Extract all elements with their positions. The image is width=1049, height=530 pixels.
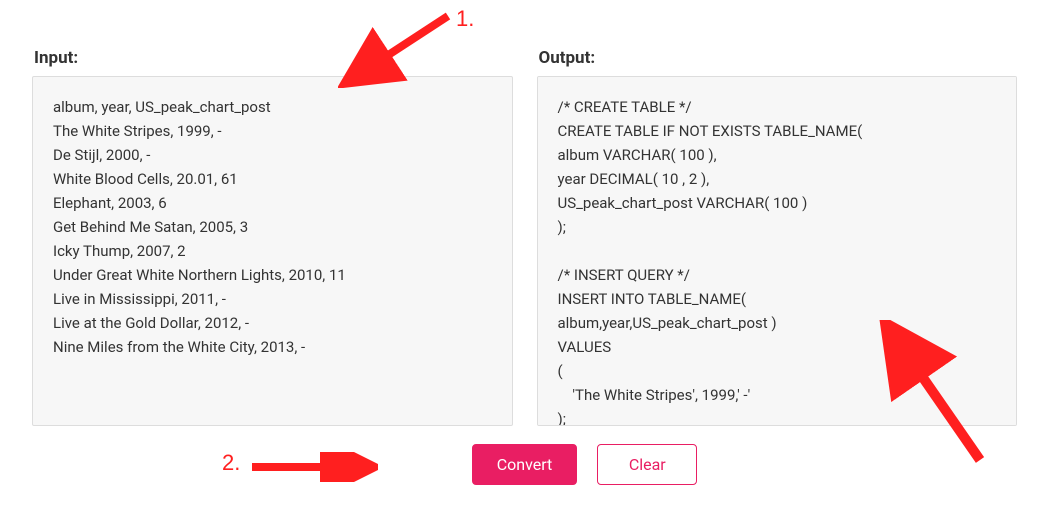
button-row: Convert Clear	[0, 444, 1049, 485]
input-label: Input:	[34, 48, 513, 68]
output-textarea[interactable]	[537, 76, 1018, 426]
input-panel: Input:	[32, 48, 513, 426]
input-textarea[interactable]	[32, 76, 513, 426]
convert-button[interactable]: Convert	[472, 444, 578, 485]
clear-button[interactable]: Clear	[597, 444, 697, 485]
converter-ui: Input: Output: Convert Clear 1.	[0, 0, 1049, 530]
output-label: Output:	[539, 48, 1018, 68]
panels-row: Input: Output:	[0, 0, 1049, 426]
output-panel: Output:	[537, 48, 1018, 426]
